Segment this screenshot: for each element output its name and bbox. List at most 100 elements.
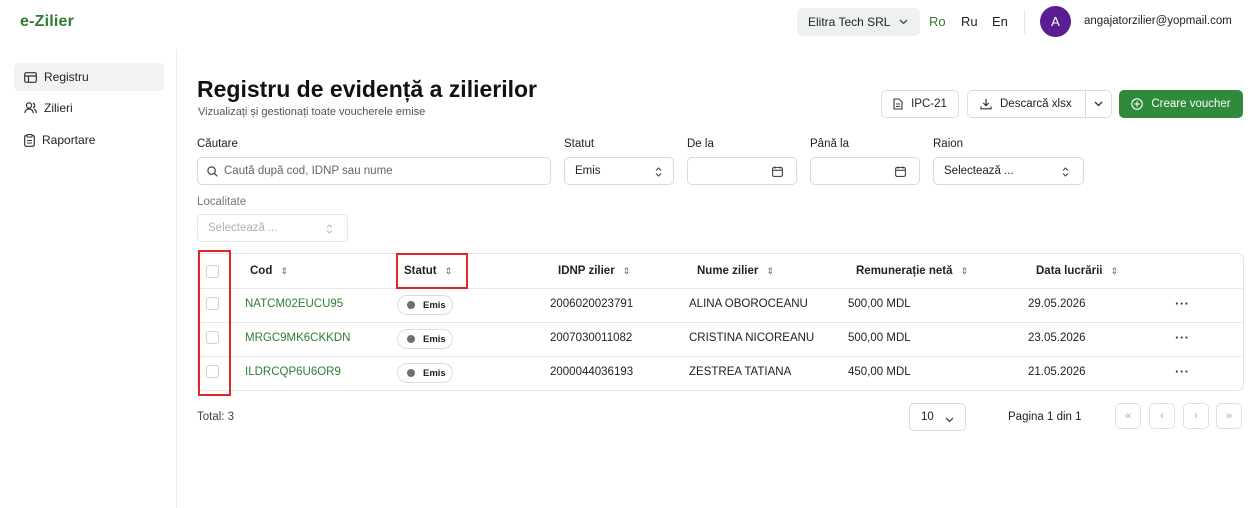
- row-actions-button[interactable]: ···: [1175, 364, 1190, 379]
- register-icon: [24, 71, 37, 83]
- page-size-select[interactable]: 10: [909, 403, 966, 431]
- calendar-icon: [895, 166, 906, 180]
- status-badge: Emis: [397, 295, 453, 315]
- updown-icon: [1062, 167, 1069, 180]
- document-icon: [893, 98, 903, 110]
- date-cell: 29.05.2026: [1028, 298, 1086, 310]
- date-cell: 23.05.2026: [1028, 332, 1086, 344]
- plus-circle-icon: [1131, 98, 1144, 110]
- column-header-data[interactable]: Data lucrării ⇕: [1036, 265, 1118, 277]
- sort-icon: ⇕: [622, 266, 631, 276]
- status-select[interactable]: Emis: [564, 157, 674, 185]
- idnp-cell: 2006020023791: [550, 298, 634, 310]
- sort-icon: ⇕: [444, 266, 453, 276]
- date-from-input[interactable]: [687, 157, 797, 185]
- company-name: Elitra Tech SRL: [808, 15, 891, 29]
- status-value: Emis: [575, 165, 601, 177]
- row-checkbox[interactable]: [206, 365, 219, 378]
- date-to-input[interactable]: [810, 157, 920, 185]
- lang-ru[interactable]: Ru: [961, 14, 978, 29]
- users-icon: [24, 102, 37, 114]
- date-from-label: De la: [687, 138, 714, 150]
- updown-icon: [655, 167, 662, 180]
- ipc21-button[interactable]: IPC-21: [881, 90, 959, 118]
- chevron-down-icon: [1094, 101, 1103, 107]
- lang-ro[interactable]: Ro: [929, 14, 946, 29]
- raion-placeholder: Selectează ...: [944, 165, 1014, 177]
- chevron-down-icon: [945, 414, 954, 426]
- avatar[interactable]: A: [1040, 6, 1071, 37]
- create-voucher-button[interactable]: Creare voucher: [1119, 90, 1243, 118]
- divider: [198, 356, 1243, 357]
- column-header-cod[interactable]: Cod ⇕: [250, 265, 288, 277]
- sidebar-item-registru[interactable]: Registru: [14, 63, 164, 91]
- voucher-code-link[interactable]: NATCM02EUCU95: [245, 298, 343, 310]
- top-bar: e-Zilier Elitra Tech SRL Ro Ru En A anga…: [0, 0, 1257, 48]
- row-actions-button[interactable]: ···: [1175, 330, 1190, 345]
- company-selector[interactable]: Elitra Tech SRL: [797, 8, 920, 36]
- create-voucher-label: Creare voucher: [1151, 98, 1231, 110]
- search-label: Căutare: [197, 138, 238, 150]
- page-size-value: 10: [921, 411, 934, 423]
- row-actions-button[interactable]: ···: [1175, 296, 1190, 311]
- search-placeholder: Caută după cod, IDNP sau nume: [224, 165, 393, 177]
- last-page-button[interactable]: »: [1216, 403, 1242, 429]
- voucher-code-link[interactable]: MRGC9MK6CKKDN: [245, 332, 350, 344]
- column-header-statut[interactable]: Statut ⇕: [404, 265, 452, 277]
- status-badge: Emis: [397, 363, 453, 383]
- sidebar-item-label: Zilieri: [44, 101, 73, 115]
- row-checkbox[interactable]: [206, 297, 219, 310]
- updown-icon: [326, 224, 333, 237]
- localitate-placeholder: Selectează ...: [208, 222, 278, 234]
- sort-icon: ⇕: [960, 266, 969, 276]
- status-dot: [407, 301, 415, 309]
- search-input[interactable]: Caută după cod, IDNP sau nume: [197, 157, 551, 185]
- amount-cell: 500,00 MDL: [848, 332, 911, 344]
- row-checkbox[interactable]: [206, 331, 219, 344]
- status-dot: [407, 369, 415, 377]
- raion-select[interactable]: Selectează ...: [933, 157, 1084, 185]
- column-header-idnp[interactable]: IDNP zilier ⇕: [558, 265, 630, 277]
- amount-cell: 500,00 MDL: [848, 298, 911, 310]
- sidebar-item-raportare[interactable]: Raportare: [14, 126, 164, 154]
- voucher-code-link[interactable]: ILDRCQP6U6OR9: [245, 366, 341, 378]
- status-badge: Emis: [397, 329, 453, 349]
- download-options-dropdown[interactable]: [1086, 91, 1111, 117]
- status-dot: [407, 335, 415, 343]
- name-cell: ALINA OBOROCEANU: [689, 298, 808, 310]
- sidebar-item-label: Registru: [44, 70, 89, 84]
- divider: [198, 288, 1243, 289]
- name-cell: ZESTREA TATIANA: [689, 366, 792, 378]
- localitate-select[interactable]: Selectează ...: [197, 214, 348, 242]
- date-to-label: Până la: [810, 138, 850, 150]
- sidebar-item-label: Raportare: [42, 133, 96, 147]
- prev-page-button[interactable]: ‹: [1149, 403, 1175, 429]
- first-page-button[interactable]: «: [1115, 403, 1141, 429]
- column-header-nume[interactable]: Nume zilier ⇕: [697, 265, 774, 277]
- page-title: Registru de evidență a zilierilor: [197, 76, 537, 102]
- next-page-button[interactable]: ›: [1183, 403, 1209, 429]
- divider: [1024, 10, 1025, 34]
- download-icon: [980, 99, 992, 110]
- idnp-cell: 2000044036193: [550, 366, 634, 378]
- sidebar-item-zilieri[interactable]: Zilieri: [14, 94, 164, 122]
- sort-icon: ⇕: [280, 266, 288, 276]
- amount-cell: 450,00 MDL: [848, 366, 911, 378]
- lang-en[interactable]: En: [992, 14, 1008, 29]
- app-logo[interactable]: e-Zilier: [20, 13, 74, 31]
- sort-icon: ⇕: [1110, 266, 1119, 276]
- ipc21-label: IPC-21: [911, 98, 947, 110]
- column-header-remuneratie[interactable]: Remunerație netă ⇕: [856, 265, 968, 277]
- report-icon: [24, 133, 35, 147]
- status-label: Statut: [564, 138, 595, 150]
- idnp-cell: 2007030011082: [550, 332, 633, 344]
- divider: [198, 322, 1243, 323]
- page-subtitle: Vizualizați și gestionați toate vouchere…: [198, 106, 426, 118]
- select-all-checkbox[interactable]: [206, 265, 219, 278]
- user-email[interactable]: angajatorzilier@yopmail.com: [1084, 15, 1232, 27]
- sort-icon: ⇕: [766, 266, 774, 276]
- localitate-label: Localitate: [197, 196, 247, 208]
- chevron-down-icon: [899, 17, 908, 27]
- calendar-icon: [772, 166, 783, 180]
- name-cell: CRISTINA NICOREANU: [689, 332, 815, 344]
